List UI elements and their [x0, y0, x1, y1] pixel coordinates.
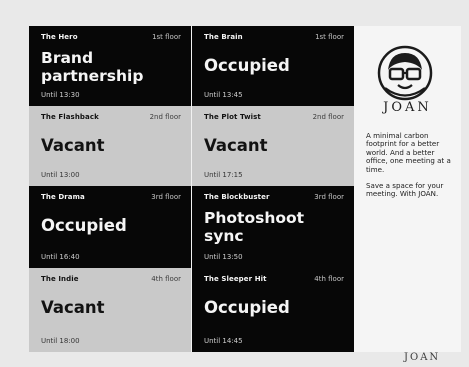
room-name: The Indie [41, 275, 79, 283]
room-until: Until 13:50 [204, 253, 243, 261]
room-status: Vacant [204, 136, 268, 155]
room-name: The Drama [41, 193, 85, 201]
room-name: The Sleeper Hit [204, 275, 267, 283]
room-status: Occupied [204, 56, 290, 75]
room-floor: 3rd floor [314, 193, 344, 201]
joan-device: The Hero 1st floor Brand partnership Unt… [0, 0, 469, 367]
room-display-screen: The Hero 1st floor Brand partnership Unt… [29, 26, 461, 352]
room-status: Photoshoot sync [204, 209, 305, 245]
description-paragraph-2: Save a space for your meeting. With JOAN… [366, 181, 444, 199]
room-name: The Plot Twist [204, 113, 261, 121]
room-status: Brand partnership [41, 49, 144, 85]
room-card-the-indie[interactable]: The Indie 4th floor Vacant Until 18:00 [29, 268, 191, 352]
room-floor: 4th floor [151, 275, 181, 283]
room-status: Occupied [204, 298, 290, 317]
room-until: Until 17:15 [204, 171, 243, 179]
room-status: Occupied [41, 216, 127, 235]
room-floor: 1st floor [315, 33, 344, 41]
room-floor: 2nd floor [149, 113, 181, 121]
room-until: Until 18:00 [41, 337, 80, 345]
room-floor: 1st floor [152, 33, 181, 41]
room-floor: 2nd floor [312, 113, 344, 121]
room-floor: 3rd floor [151, 193, 181, 201]
description-paragraph-1: A minimal carbon footprint for a better … [366, 131, 451, 174]
room-status: Vacant [41, 298, 105, 317]
room-until: Until 13:30 [41, 91, 80, 99]
room-name: The Flashback [41, 113, 99, 121]
room-name: The Brain [204, 33, 243, 41]
device-brand-label: JOAN [404, 352, 441, 363]
brand-description: A minimal carbon footprint for a better … [366, 131, 454, 207]
room-card-the-blockbuster[interactable]: The Blockbuster 3rd floor Photoshoot syn… [192, 186, 354, 268]
joan-character-icon [377, 45, 433, 101]
side-info-panel: JOAN A minimal carbon footprint for a be… [354, 26, 461, 352]
room-until: Until 14:45 [204, 337, 243, 345]
room-name: The Blockbuster [204, 193, 270, 201]
room-card-the-brain[interactable]: The Brain 1st floor Occupied Until 13:45 [192, 26, 354, 106]
room-name: The Hero [41, 33, 78, 41]
room-card-the-plot-twist[interactable]: The Plot Twist 2nd floor Vacant Until 17… [192, 106, 354, 186]
room-status: Vacant [41, 136, 105, 155]
room-until: Until 16:40 [41, 253, 80, 261]
room-floor: 4th floor [314, 275, 344, 283]
room-grid: The Hero 1st floor Brand partnership Unt… [29, 26, 354, 352]
room-card-the-hero[interactable]: The Hero 1st floor Brand partnership Unt… [29, 26, 191, 106]
brand-name: JOAN [383, 100, 432, 115]
room-card-the-flashback[interactable]: The Flashback 2nd floor Vacant Until 13:… [29, 106, 191, 186]
room-until: Until 13:45 [204, 91, 243, 99]
room-card-the-sleeper-hit[interactable]: The Sleeper Hit 4th floor Occupied Until… [192, 268, 354, 352]
room-card-the-drama[interactable]: The Drama 3rd floor Occupied Until 16:40 [29, 186, 191, 268]
room-until: Until 13:00 [41, 171, 80, 179]
